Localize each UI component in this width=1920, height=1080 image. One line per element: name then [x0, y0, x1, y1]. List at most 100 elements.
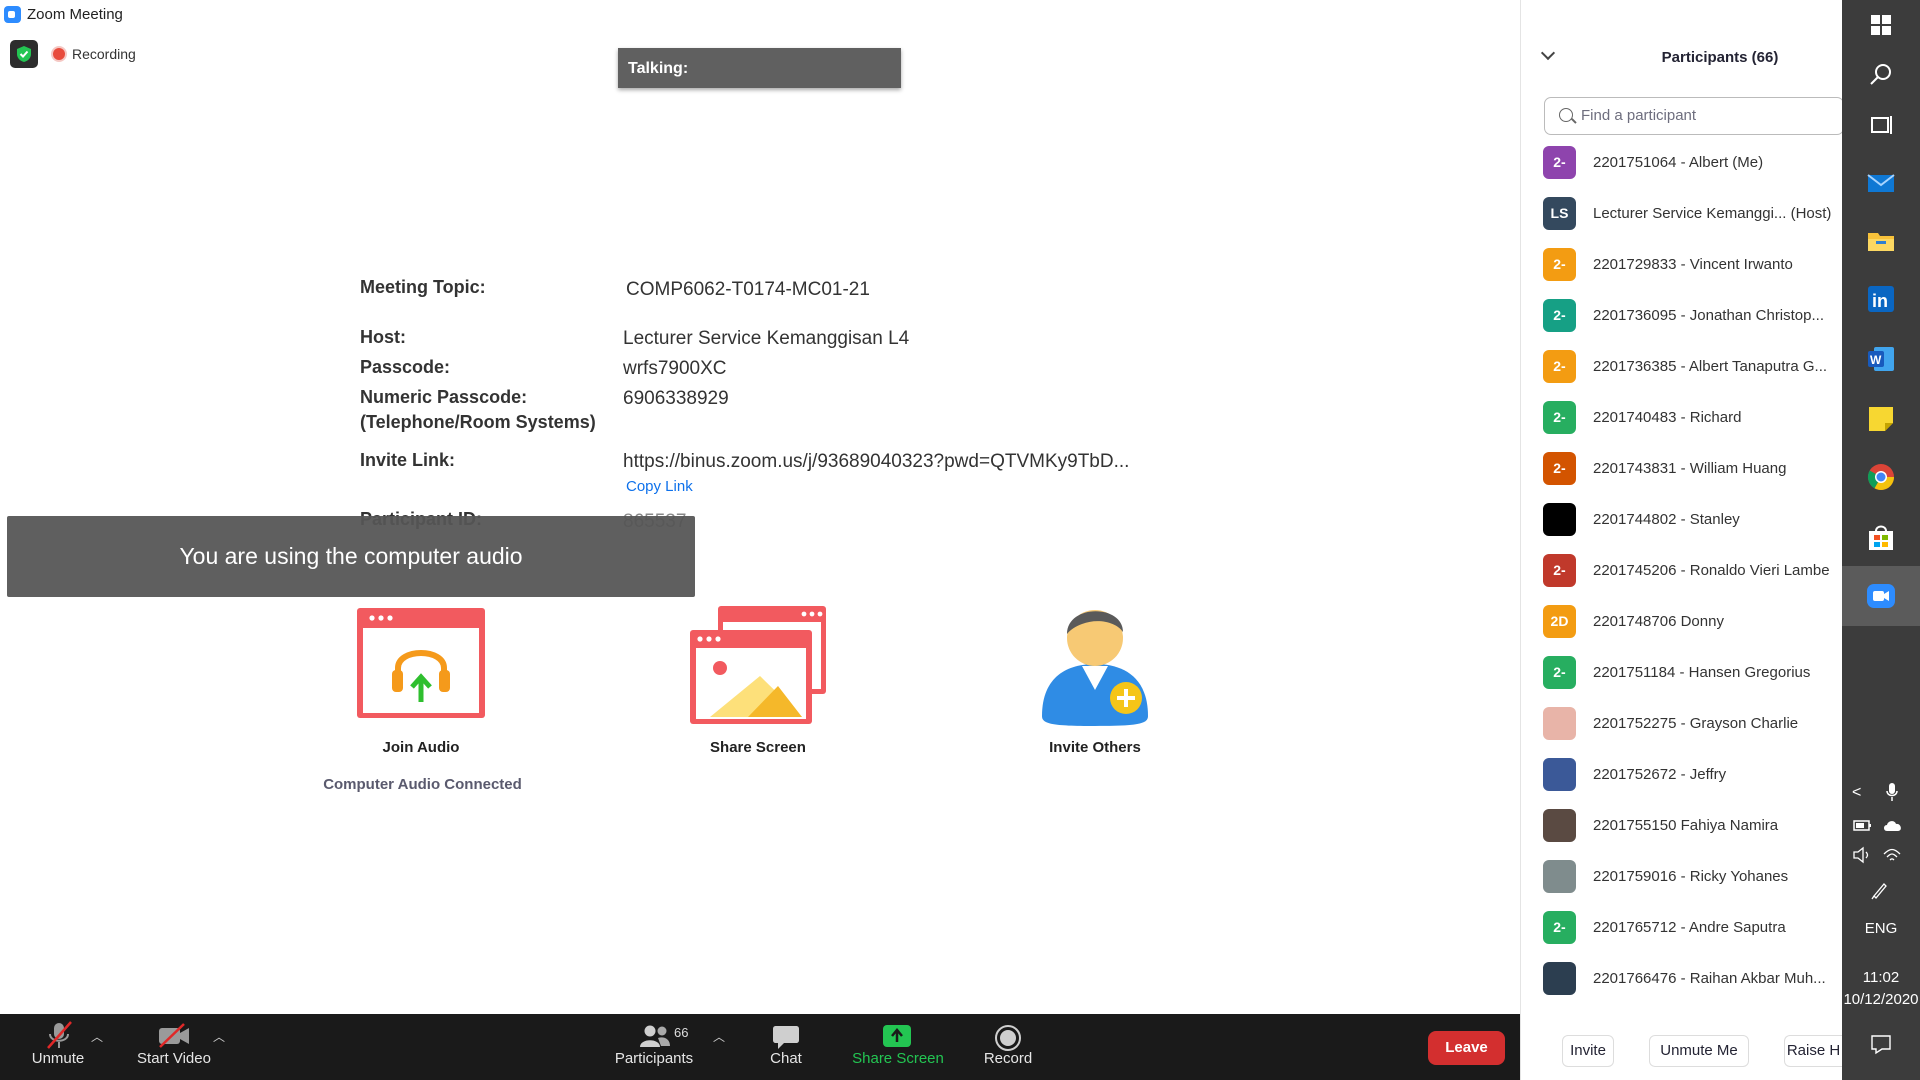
invite-button[interactable]: Invite	[1562, 1035, 1614, 1067]
copy-link-button[interactable]: Copy Link	[626, 478, 693, 495]
participant-search-input[interactable]	[1581, 107, 1831, 124]
participant-row[interactable]: 2- 2201743831 - William Huang	[1543, 452, 1843, 496]
participant-row[interactable]: 2201759016 - Ricky Yohanes	[1543, 860, 1843, 904]
raise-hand-button[interactable]: Raise H	[1784, 1035, 1842, 1067]
clock-date[interactable]: 10/12/2020	[1842, 991, 1920, 1008]
start-video-label[interactable]: Start Video	[128, 1050, 220, 1067]
invite-others-label[interactable]: Invite Others	[995, 739, 1195, 756]
participant-row[interactable]: 2201744802 - Stanley	[1543, 503, 1843, 547]
numeric-passcode-value: 6906338929	[623, 388, 729, 409]
security-shield-icon[interactable]	[10, 40, 38, 68]
share-screen-label[interactable]: Share Screen	[658, 739, 858, 756]
show-hidden-icons-icon[interactable]: <	[1852, 784, 1861, 802]
join-audio-tile[interactable]	[355, 606, 487, 721]
passcode-label: Passcode:	[360, 357, 451, 377]
participants-icon	[640, 1025, 670, 1047]
leave-button[interactable]: Leave	[1428, 1031, 1505, 1065]
participant-name: 2201755150 Fahiya Namira	[1593, 817, 1779, 834]
wifi-icon[interactable]	[1882, 846, 1902, 869]
participant-search-box[interactable]	[1544, 97, 1844, 135]
unmute-me-button[interactable]: Unmute Me	[1649, 1035, 1749, 1067]
avatar: 2-	[1543, 248, 1576, 281]
pen-icon[interactable]	[1870, 880, 1890, 905]
zoom-logo-icon	[4, 6, 21, 23]
mail-icon[interactable]	[1866, 168, 1896, 198]
participant-name: 2201751064 - Albert (Me)	[1593, 154, 1764, 171]
avatar: 2-	[1543, 554, 1576, 587]
participant-row[interactable]: 2201766476 - Raihan Akbar Muh...	[1543, 962, 1843, 1006]
avatar	[1543, 758, 1576, 791]
share-screen-button[interactable]	[883, 1025, 911, 1052]
participant-name: 2201745206 - Ronaldo Vieri Lambe	[1593, 562, 1830, 579]
participant-name: 2201751184 - Hansen Gregorius	[1593, 664, 1811, 681]
battery-icon[interactable]	[1852, 818, 1872, 837]
share-screen-tile[interactable]	[688, 604, 828, 726]
share-screen-icon	[690, 606, 826, 724]
participant-row[interactable]: 2- 2201745206 - Ronaldo Vieri Lambe	[1543, 554, 1843, 598]
zoom-taskbar-icon[interactable]	[1866, 581, 1896, 611]
participant-name: 2201765712 - Andre Saputra	[1593, 919, 1786, 936]
join-audio-icon	[357, 608, 485, 718]
numeric-passcode-label: Numeric Passcode:	[360, 387, 528, 407]
windows-start-icon[interactable]	[1866, 10, 1896, 40]
sticky-notes-icon[interactable]	[1866, 404, 1896, 434]
participant-row[interactable]: 2- 2201736095 - Jonathan Christop...	[1543, 299, 1843, 343]
participant-row[interactable]: 2- 2201740483 - Richard	[1543, 401, 1843, 445]
participant-row[interactable]: LS Lecturer Service Kemanggi... (Host)	[1543, 197, 1843, 241]
participant-name: 2201744802 - Stanley	[1593, 511, 1740, 528]
audio-options-caret-icon[interactable]: ︿	[91, 1028, 103, 1045]
video-options-caret-icon[interactable]: ︿	[213, 1028, 225, 1045]
avatar	[1543, 503, 1576, 536]
avatar: 2-	[1543, 911, 1576, 944]
participant-row[interactable]: 2- 2201751184 - Hansen Gregorius	[1543, 656, 1843, 700]
participant-row[interactable]: 2201752672 - Jeffry	[1543, 758, 1843, 802]
notification-icon[interactable]	[1870, 1033, 1892, 1060]
avatar	[1543, 962, 1576, 995]
avatar	[1543, 707, 1576, 740]
join-audio-label[interactable]: Join Audio	[321, 739, 521, 756]
participants-caret-icon[interactable]: ︿	[713, 1028, 725, 1045]
participant-name: 2201736385 - Albert Tanaputra G...	[1593, 358, 1828, 375]
participant-row[interactable]: 2- 2201736385 - Albert Tanaputra G...	[1543, 350, 1843, 394]
invite-others-icon	[1042, 610, 1148, 726]
invite-others-tile[interactable]	[1038, 598, 1152, 728]
search-taskbar-icon[interactable]	[1866, 60, 1896, 90]
participant-name: 2201752672 - Jeffry	[1593, 766, 1727, 783]
chrome-icon[interactable]	[1866, 462, 1896, 492]
record-label[interactable]: Record	[976, 1050, 1040, 1067]
onedrive-icon[interactable]	[1882, 818, 1904, 837]
passcode-value: wrfs7900XC	[623, 358, 727, 379]
input-language[interactable]: ENG	[1842, 920, 1920, 937]
share-screen-toolbar-label[interactable]: Share Screen	[848, 1050, 948, 1067]
volume-icon[interactable]	[1852, 846, 1872, 869]
linkedin-icon[interactable]: in	[1866, 284, 1896, 314]
meeting-topic-label: Meeting Topic:	[360, 277, 486, 297]
file-explorer-icon[interactable]	[1866, 226, 1896, 256]
word-icon[interactable]: W	[1866, 344, 1896, 374]
avatar: LS	[1543, 197, 1576, 230]
participant-name: 2201748706 Donny	[1593, 613, 1724, 630]
participant-name: 2201759016 - Ricky Yohanes	[1593, 868, 1789, 885]
participant-row[interactable]: 2- 2201751064 - Albert (Me)	[1543, 146, 1843, 190]
participants-label[interactable]: Participants	[606, 1050, 702, 1067]
record-icon	[995, 1025, 1021, 1051]
avatar	[1543, 809, 1576, 842]
meeting-topic-value: COMP6062-T0174-MC01-21	[626, 279, 870, 300]
chat-label[interactable]: Chat	[758, 1050, 814, 1067]
host-label: Host:	[360, 327, 406, 347]
unmute-label[interactable]: Unmute	[20, 1050, 96, 1067]
task-view-icon[interactable]	[1866, 110, 1896, 140]
microphone-tray-icon[interactable]	[1884, 782, 1900, 807]
participant-row[interactable]: 2- 2201729833 - Vincent Irwanto	[1543, 248, 1843, 292]
participants-button[interactable]	[639, 1024, 671, 1053]
talking-indicator: Talking:	[618, 48, 901, 88]
invite-link-value: https://binus.zoom.us/j/93689040323?pwd=…	[623, 451, 1130, 472]
participant-row[interactable]: 2201755150 Fahiya Namira	[1543, 809, 1843, 853]
audio-status-text: Computer Audio Connected	[323, 776, 522, 793]
participant-row[interactable]: 2201752275 - Grayson Charlie	[1543, 707, 1843, 751]
store-icon[interactable]	[1866, 522, 1896, 552]
participant-row[interactable]: 2D 2201748706 Donny	[1543, 605, 1843, 649]
clock-time[interactable]: 11:02	[1842, 969, 1920, 986]
participant-row[interactable]: 2- 2201765712 - Andre Saputra	[1543, 911, 1843, 955]
avatar: 2-	[1543, 401, 1576, 434]
